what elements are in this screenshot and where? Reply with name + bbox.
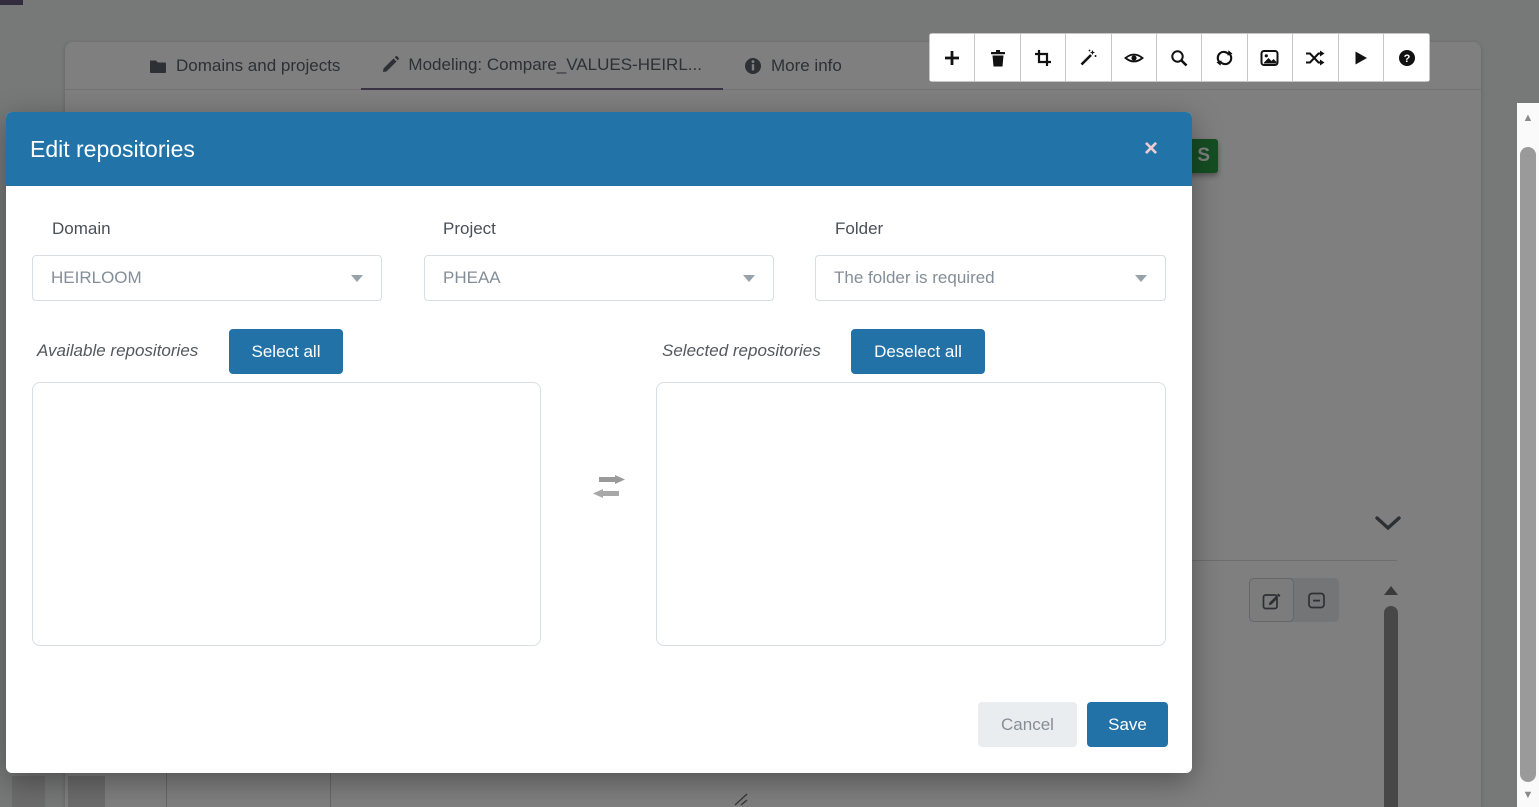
magic-wand-icon — [1079, 49, 1097, 67]
dialog-header: Edit repositories × — [6, 112, 1192, 186]
refresh-icon — [1215, 49, 1234, 67]
available-repositories-label: Available repositories — [37, 328, 198, 373]
shuffle-icon — [1305, 49, 1325, 67]
folder-select[interactable]: The folder is required — [815, 255, 1166, 301]
page-scrollbar[interactable]: ▲ ▼ — [1517, 103, 1539, 807]
chevron-down-icon — [351, 275, 363, 282]
delete-button[interactable] — [975, 34, 1020, 81]
scroll-up-arrow[interactable]: ▲ — [1517, 111, 1539, 125]
selected-repositories-label: Selected repositories — [662, 328, 821, 373]
plus-icon — [943, 49, 961, 67]
trash-icon — [989, 49, 1007, 67]
dialog-title: Edit repositories — [30, 136, 195, 163]
help-icon: ? — [1398, 49, 1416, 67]
magic-wand-button[interactable] — [1066, 34, 1111, 81]
deselect-all-button[interactable]: Deselect all — [851, 329, 985, 374]
folder-label: Folder — [835, 219, 883, 239]
close-icon[interactable]: × — [1134, 133, 1168, 165]
cancel-button[interactable]: Cancel — [978, 702, 1077, 747]
help-button[interactable]: ? — [1384, 34, 1429, 81]
image-icon — [1260, 49, 1279, 67]
chevron-down-icon — [743, 275, 755, 282]
crop-button[interactable] — [1021, 34, 1066, 81]
search-button[interactable] — [1157, 34, 1202, 81]
image-button[interactable] — [1248, 34, 1293, 81]
crop-icon — [1034, 49, 1052, 67]
folder-select-value: The folder is required — [834, 268, 995, 288]
chart-toolbar: ? — [929, 33, 1430, 82]
preview-button[interactable] — [1112, 34, 1157, 81]
edit-repositories-dialog: Edit repositories × Domain Project Folde… — [6, 112, 1192, 773]
run-button[interactable] — [1339, 34, 1384, 81]
select-all-button[interactable]: Select all — [229, 329, 343, 374]
domain-select-value: HEIRLOOM — [51, 268, 142, 288]
available-repositories-list[interactable] — [32, 382, 541, 646]
project-label: Project — [443, 219, 496, 239]
window-corner-strip — [0, 0, 23, 5]
play-icon — [1353, 50, 1369, 66]
svg-text:?: ? — [1403, 53, 1410, 65]
scroll-down-arrow[interactable]: ▼ — [1517, 788, 1539, 802]
refresh-button[interactable] — [1202, 34, 1247, 81]
project-select-value: PHEAA — [443, 268, 501, 288]
selected-repositories-list[interactable] — [656, 382, 1166, 646]
search-icon — [1170, 49, 1188, 67]
save-button[interactable]: Save — [1087, 702, 1168, 747]
add-button[interactable] — [930, 34, 975, 81]
domain-label: Domain — [52, 219, 111, 239]
chevron-down-icon — [1135, 275, 1147, 282]
domain-select[interactable]: HEIRLOOM — [32, 255, 382, 301]
scrollbar-thumb[interactable] — [1520, 147, 1536, 782]
eye-icon — [1124, 50, 1144, 66]
transfer-arrows-icon — [591, 474, 627, 499]
shuffle-button[interactable] — [1293, 34, 1338, 81]
project-select[interactable]: PHEAA — [424, 255, 774, 301]
